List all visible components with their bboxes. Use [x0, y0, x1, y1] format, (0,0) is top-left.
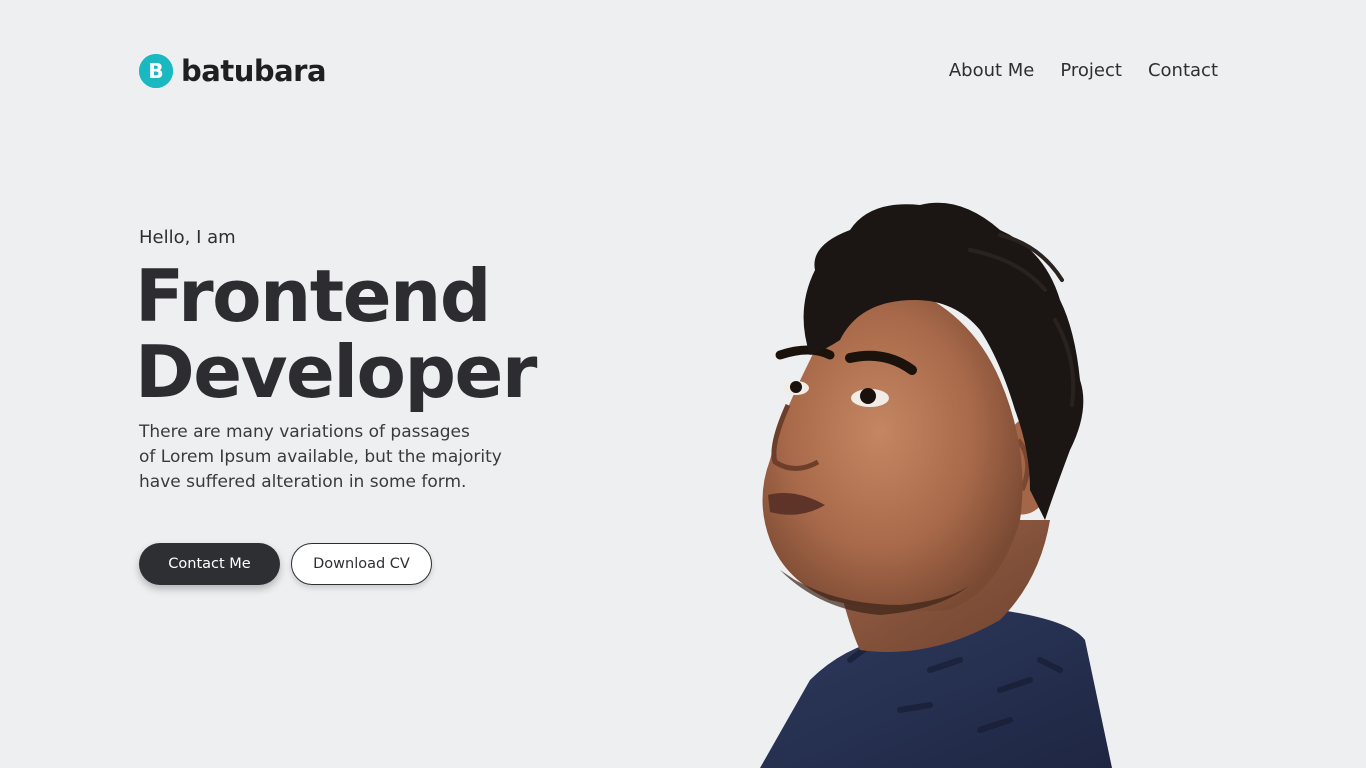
nav-project[interactable]: Project — [1060, 60, 1122, 81]
hero-description: There are many variations of passages of… — [139, 420, 559, 495]
hero-description-line: There are many variations of passages — [139, 422, 470, 442]
hero-description-line: have suffered alteration in some form. — [139, 472, 467, 492]
hero-description-line: of Lorem Ipsum available, but the majori… — [139, 447, 502, 467]
b-circle-logo-icon: B — [139, 54, 173, 88]
nav-contact[interactable]: Contact — [1148, 60, 1218, 81]
contact-me-button[interactable]: Contact Me — [139, 543, 280, 585]
download-cv-button[interactable]: Download CV — [291, 543, 432, 585]
hero-title-line-2: Developer — [135, 330, 537, 414]
logo-link[interactable]: B batubara — [139, 53, 327, 88]
nav-about-me[interactable]: About Me — [949, 60, 1035, 81]
portrait-image — [760, 202, 1112, 768]
hero-greeting: Hello, I am — [139, 227, 236, 248]
main-nav: About Me Project Contact — [949, 60, 1218, 81]
hero-title: Frontend Developer — [135, 254, 537, 414]
hero-title-line-1: Frontend — [135, 254, 491, 338]
svg-text:B: B — [148, 59, 163, 83]
logo-text: batubara — [181, 53, 327, 88]
page: B batubara About Me Project Contact Hell… — [0, 0, 1366, 768]
